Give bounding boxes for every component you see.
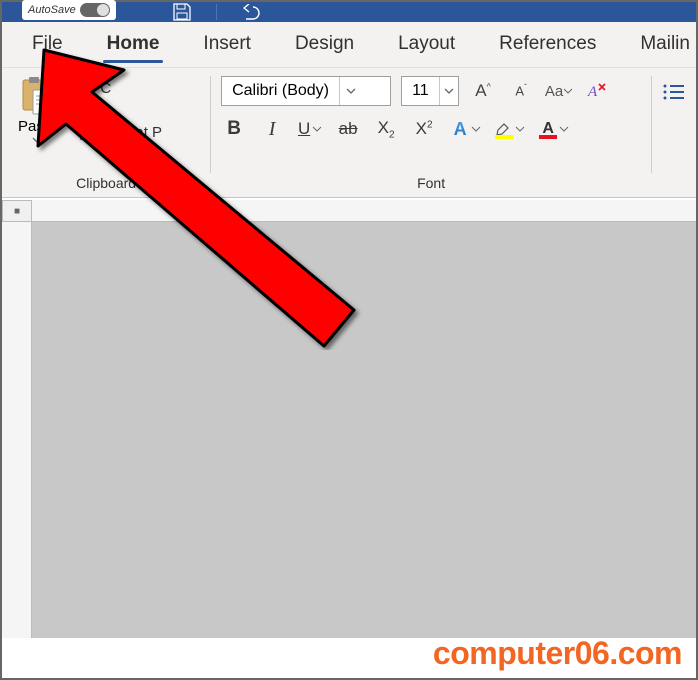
qat-separator: [216, 4, 217, 20]
grow-font-icon: A^: [475, 81, 491, 101]
autosave-toggle[interactable]: AutoSave: [22, 0, 116, 20]
bullets-button[interactable]: [660, 78, 688, 106]
underline-button[interactable]: U: [297, 116, 323, 142]
clear-formatting-button[interactable]: A: [583, 77, 611, 105]
superscript-button[interactable]: X2: [411, 116, 437, 142]
tab-mailings[interactable]: Mailin: [618, 25, 698, 65]
cut-label: C: [100, 80, 111, 97]
save-icon[interactable]: [172, 3, 192, 21]
underline-label: U: [298, 119, 310, 139]
tab-layout[interactable]: Layout: [376, 25, 477, 65]
change-case-label: Aa: [545, 83, 563, 100]
paintbrush-icon: [72, 122, 92, 142]
tab-home[interactable]: Home: [85, 25, 182, 65]
shrink-font-icon: Aˇ: [515, 83, 526, 98]
text-effects-icon: A: [449, 118, 471, 140]
ribbon: Paste C: [2, 68, 696, 198]
tab-insert[interactable]: Insert: [181, 25, 273, 65]
group-clipboard-label: Clipboard: [12, 173, 200, 195]
subscript-button[interactable]: X2: [373, 116, 399, 142]
chevron-down-icon: [563, 86, 573, 96]
text-effects-button[interactable]: A: [449, 118, 481, 140]
italic-button[interactable]: I: [259, 116, 285, 142]
font-color-icon: A: [537, 118, 559, 140]
paste-icon: [19, 76, 55, 116]
chevron-down-icon: [312, 124, 322, 134]
ruler-corner: ■: [2, 200, 32, 222]
font-family-dropdown[interactable]: Calibri (Body): [221, 76, 391, 106]
font-size-value: 11: [402, 82, 439, 100]
group-font: Calibri (Body) 11 A^: [211, 68, 651, 197]
vertical-ruler[interactable]: [2, 222, 32, 638]
horizontal-ruler[interactable]: [32, 200, 696, 222]
highlight-button[interactable]: [493, 118, 525, 140]
watermark-text: computer06.com: [433, 635, 682, 672]
change-case-button[interactable]: Aa: [545, 77, 573, 105]
svg-text:A: A: [587, 84, 598, 100]
strikethrough-button[interactable]: ab: [335, 116, 361, 142]
paste-button[interactable]: Paste: [12, 74, 62, 147]
subscript-label: X2: [378, 118, 395, 140]
toggle-off-icon: [80, 3, 110, 17]
ribbon-tabs: File Home Insert Design Layout Reference…: [2, 22, 696, 68]
clear-formatting-icon: A: [586, 81, 608, 101]
chevron-down-icon: [439, 77, 458, 105]
font-color-button[interactable]: A: [537, 118, 569, 140]
tab-references[interactable]: References: [477, 25, 618, 65]
cut-button[interactable]: C: [72, 78, 162, 98]
shrink-font-button[interactable]: Aˇ: [507, 77, 535, 105]
chevron-down-icon: [515, 124, 525, 134]
grow-font-button[interactable]: A^: [469, 77, 497, 105]
scissors-icon: [72, 78, 92, 98]
highlight-icon: [493, 118, 515, 140]
format-painter-button[interactable]: Format P: [72, 122, 162, 142]
title-bar: AutoSave: [2, 2, 696, 22]
superscript-label: X2: [416, 119, 433, 139]
bullets-icon: [662, 83, 686, 101]
tab-file[interactable]: File: [10, 25, 85, 65]
tab-design[interactable]: Design: [273, 25, 376, 65]
quick-access-toolbar: [172, 2, 261, 22]
font-size-dropdown[interactable]: 11: [401, 76, 459, 106]
undo-icon[interactable]: [241, 4, 261, 20]
format-painter-label: Format P: [100, 124, 162, 141]
bold-button[interactable]: B: [221, 116, 247, 142]
chevron-down-icon: [559, 124, 569, 134]
autosave-label: AutoSave: [28, 4, 76, 16]
chevron-down-icon: [339, 77, 361, 105]
chevron-down-icon: [32, 137, 42, 145]
group-clipboard: Paste C: [2, 68, 210, 197]
group-font-label: Font: [221, 173, 641, 195]
group-paragraph: [652, 68, 696, 197]
chevron-down-icon: [471, 124, 481, 134]
document-area[interactable]: ■: [2, 200, 696, 638]
paste-label: Paste: [18, 118, 56, 135]
font-family-value: Calibri (Body): [222, 82, 339, 100]
